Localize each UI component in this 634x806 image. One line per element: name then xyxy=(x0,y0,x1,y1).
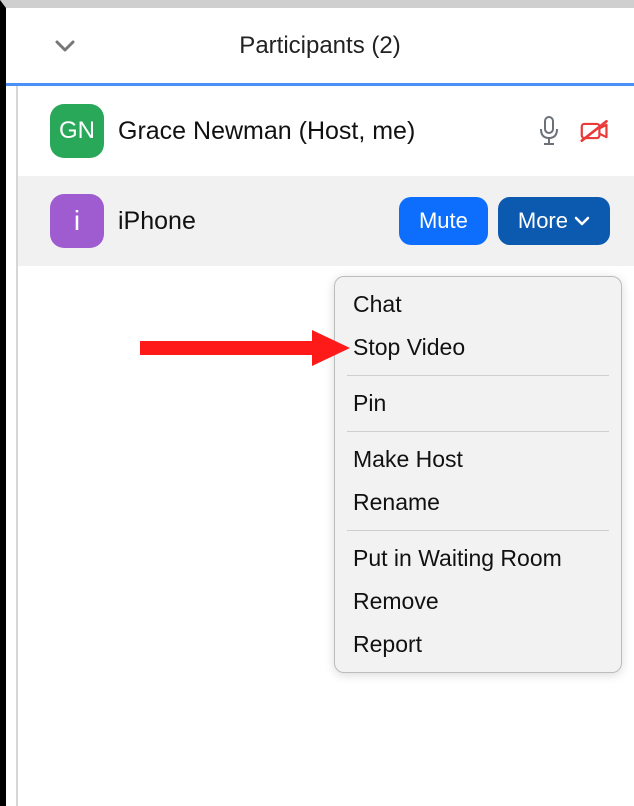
more-button[interactable]: More xyxy=(498,197,610,245)
menu-item-rename[interactable]: Rename xyxy=(335,481,621,524)
menu-separator xyxy=(347,530,609,531)
menu-item-remove[interactable]: Remove xyxy=(335,580,621,623)
menu-separator xyxy=(347,431,609,432)
avatar: GN xyxy=(50,104,104,158)
mute-button[interactable]: Mute xyxy=(399,197,488,245)
chevron-down-icon xyxy=(574,215,590,227)
participant-name: Grace Newman (Host, me) xyxy=(118,117,534,146)
participant-name: iPhone xyxy=(118,207,399,236)
menu-item-chat[interactable]: Chat xyxy=(335,283,621,326)
participant-row[interactable]: GN Grace Newman (Host, me) xyxy=(18,86,634,176)
avatar: i xyxy=(50,194,104,248)
menu-item-make-host[interactable]: Make Host xyxy=(335,438,621,481)
page-title: Participants (2) xyxy=(239,32,400,60)
menu-item-waiting-room[interactable]: Put in Waiting Room xyxy=(335,537,621,580)
more-dropdown: Chat Stop Video Pin Make Host Rename Put… xyxy=(334,276,622,673)
participant-row[interactable]: i iPhone Mute More xyxy=(18,176,634,266)
menu-item-stop-video[interactable]: Stop Video xyxy=(335,326,621,369)
menu-item-pin[interactable]: Pin xyxy=(335,382,621,425)
video-off-icon xyxy=(580,116,610,146)
microphone-icon xyxy=(534,116,564,146)
menu-separator xyxy=(347,375,609,376)
chevron-down-icon[interactable] xyxy=(52,33,78,59)
menu-item-report[interactable]: Report xyxy=(335,623,621,666)
participants-header: Participants (2) xyxy=(6,8,634,86)
